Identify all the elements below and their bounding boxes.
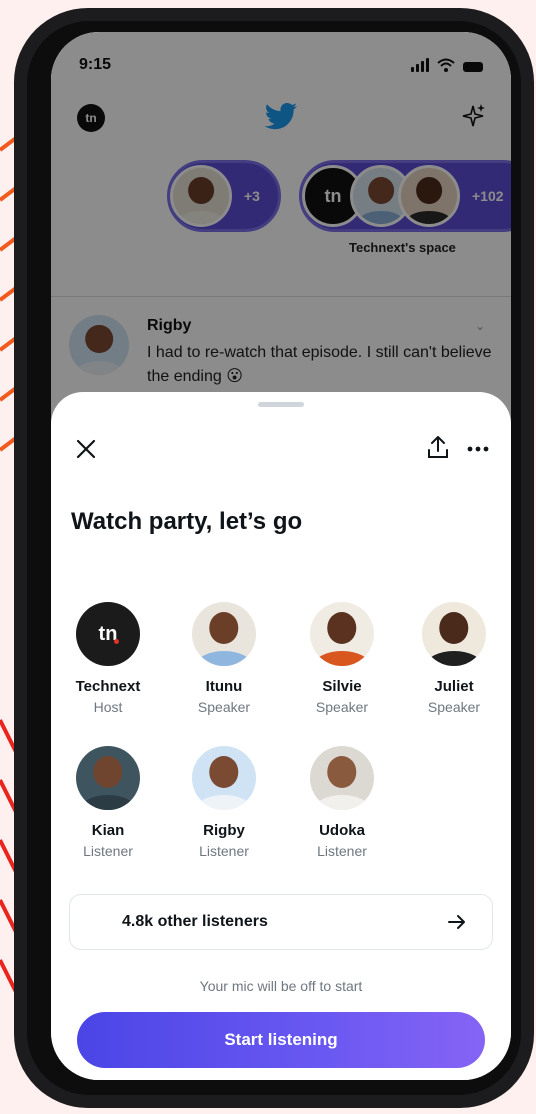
participant-name: Juliet	[434, 678, 474, 695]
participant-name: Silvie	[322, 678, 362, 695]
participant-name: Kian	[91, 822, 125, 839]
share-icon	[428, 436, 448, 458]
participant-role: Listener	[317, 843, 367, 859]
space-bottom-sheet: Watch party, let’s go tn Technext Host I…	[51, 392, 511, 1080]
space-title: Watch party, let’s go	[71, 508, 303, 535]
close-button[interactable]	[69, 432, 103, 466]
other-listeners-label: 4.8k other listeners	[122, 913, 268, 930]
participant-role: Speaker	[197, 699, 251, 715]
more-icon	[467, 446, 489, 452]
participant-name: Technext	[75, 678, 141, 695]
participant-avatar	[192, 746, 256, 810]
participant-role: Host	[93, 699, 123, 715]
participant-avatar	[310, 746, 374, 810]
close-icon	[76, 439, 96, 459]
participant-avatar	[192, 602, 256, 666]
more-button[interactable]	[461, 432, 495, 466]
phone-screen: 9:15 tn +3 tn +102 Technext's space Rigb…	[51, 32, 511, 1080]
participant-name: Itunu	[205, 678, 243, 695]
host-avatar: tn	[76, 602, 140, 666]
mic-note: Your mic will be off to start	[199, 978, 363, 994]
other-listeners-button[interactable]: 4.8k other listeners	[69, 894, 493, 950]
participant-role: Listener	[199, 843, 249, 859]
participant-name: Rigby	[203, 822, 245, 839]
start-listening-button[interactable]: Start listening	[77, 1012, 485, 1068]
participant[interactable]: tn Technext Host	[51, 602, 167, 715]
participant-role: Listener	[83, 843, 133, 859]
sheet-drag-handle[interactable]	[258, 402, 304, 407]
participant[interactable]: Kian Listener	[51, 746, 167, 859]
share-button[interactable]	[423, 430, 453, 464]
participant[interactable]: Rigby Listener	[165, 746, 283, 859]
participant-role: Speaker	[427, 699, 481, 715]
participant-role: Speaker	[315, 699, 369, 715]
participant[interactable]: Udoka Listener	[283, 746, 401, 859]
participant[interactable]: Itunu Speaker	[165, 602, 283, 715]
participant-avatar	[422, 602, 486, 666]
participant[interactable]: Juliet Speaker	[395, 602, 511, 715]
arrow-right-icon	[448, 915, 465, 929]
participant-avatar	[310, 602, 374, 666]
participant-name: Udoka	[319, 822, 365, 839]
participant-avatar	[76, 746, 140, 810]
participant[interactable]: Silvie Speaker	[283, 602, 401, 715]
